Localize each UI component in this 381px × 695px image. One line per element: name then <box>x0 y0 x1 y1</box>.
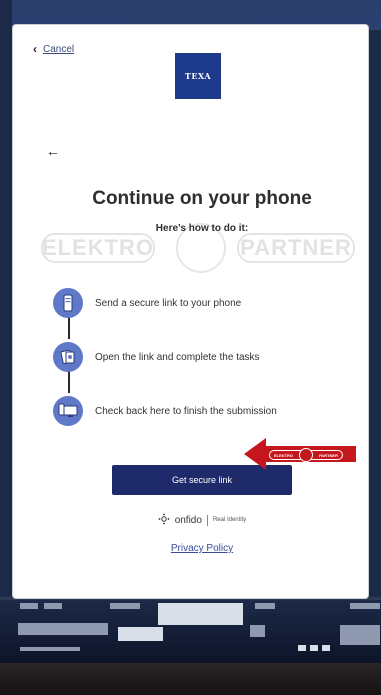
background-ground <box>0 663 381 695</box>
overlay-badge-right: PARTNER <box>318 452 338 458</box>
step-label: Send a secure link to your phone <box>95 297 242 309</box>
overlay-badge-circle <box>299 448 314 462</box>
page: ‹ Cancel TEXA ← ELEKTRO PARTNER Continue… <box>0 0 381 695</box>
brand-tagline: Real Identity <box>212 517 247 523</box>
step-item: Check back here to finish the submission <box>53 395 353 427</box>
logo-text: TEXA <box>184 71 212 81</box>
step-item: Send a secure link to your phone <box>53 287 353 319</box>
step-label: Open the link and complete the tasks <box>95 351 260 363</box>
onfido-branding: onfido Real Identity <box>13 513 381 527</box>
brand-divider <box>206 514 208 526</box>
cancel-link[interactable]: ‹ Cancel <box>33 42 74 56</box>
privacy-policy-link[interactable]: Privacy Policy <box>13 543 381 554</box>
background-left-edge <box>0 0 12 695</box>
page-title: Continue on your phone <box>92 188 312 209</box>
texa-logo: TEXA <box>175 53 221 99</box>
onfido-logo-icon <box>158 513 170 527</box>
desktop-phone-icon <box>53 396 83 426</box>
verification-modal: ‹ Cancel TEXA ← ELEKTRO PARTNER Continue… <box>13 25 368 598</box>
page-subtitle: Here’s how to do it: <box>155 223 249 234</box>
cancel-label: Cancel <box>43 43 75 55</box>
phone-link-icon <box>53 288 83 318</box>
watermark-right: PARTNER <box>237 233 355 263</box>
watermark-left: ELEKTRO <box>41 233 155 263</box>
overlay-badge: ELEKTRO PARTNER <box>269 448 343 462</box>
step-label: Check back here to finish the submission <box>95 405 277 417</box>
brand-name: onfido <box>174 514 202 526</box>
document-tasks-icon <box>53 342 83 372</box>
step-connector <box>68 371 70 393</box>
overlay-badge-left: ELEKTRO <box>274 452 294 458</box>
chevron-left-icon: ‹ <box>33 42 37 56</box>
step-item: Open the link and complete the tasks <box>53 341 353 373</box>
back-arrow-icon[interactable]: ← <box>46 143 60 159</box>
step-connector <box>68 317 70 339</box>
